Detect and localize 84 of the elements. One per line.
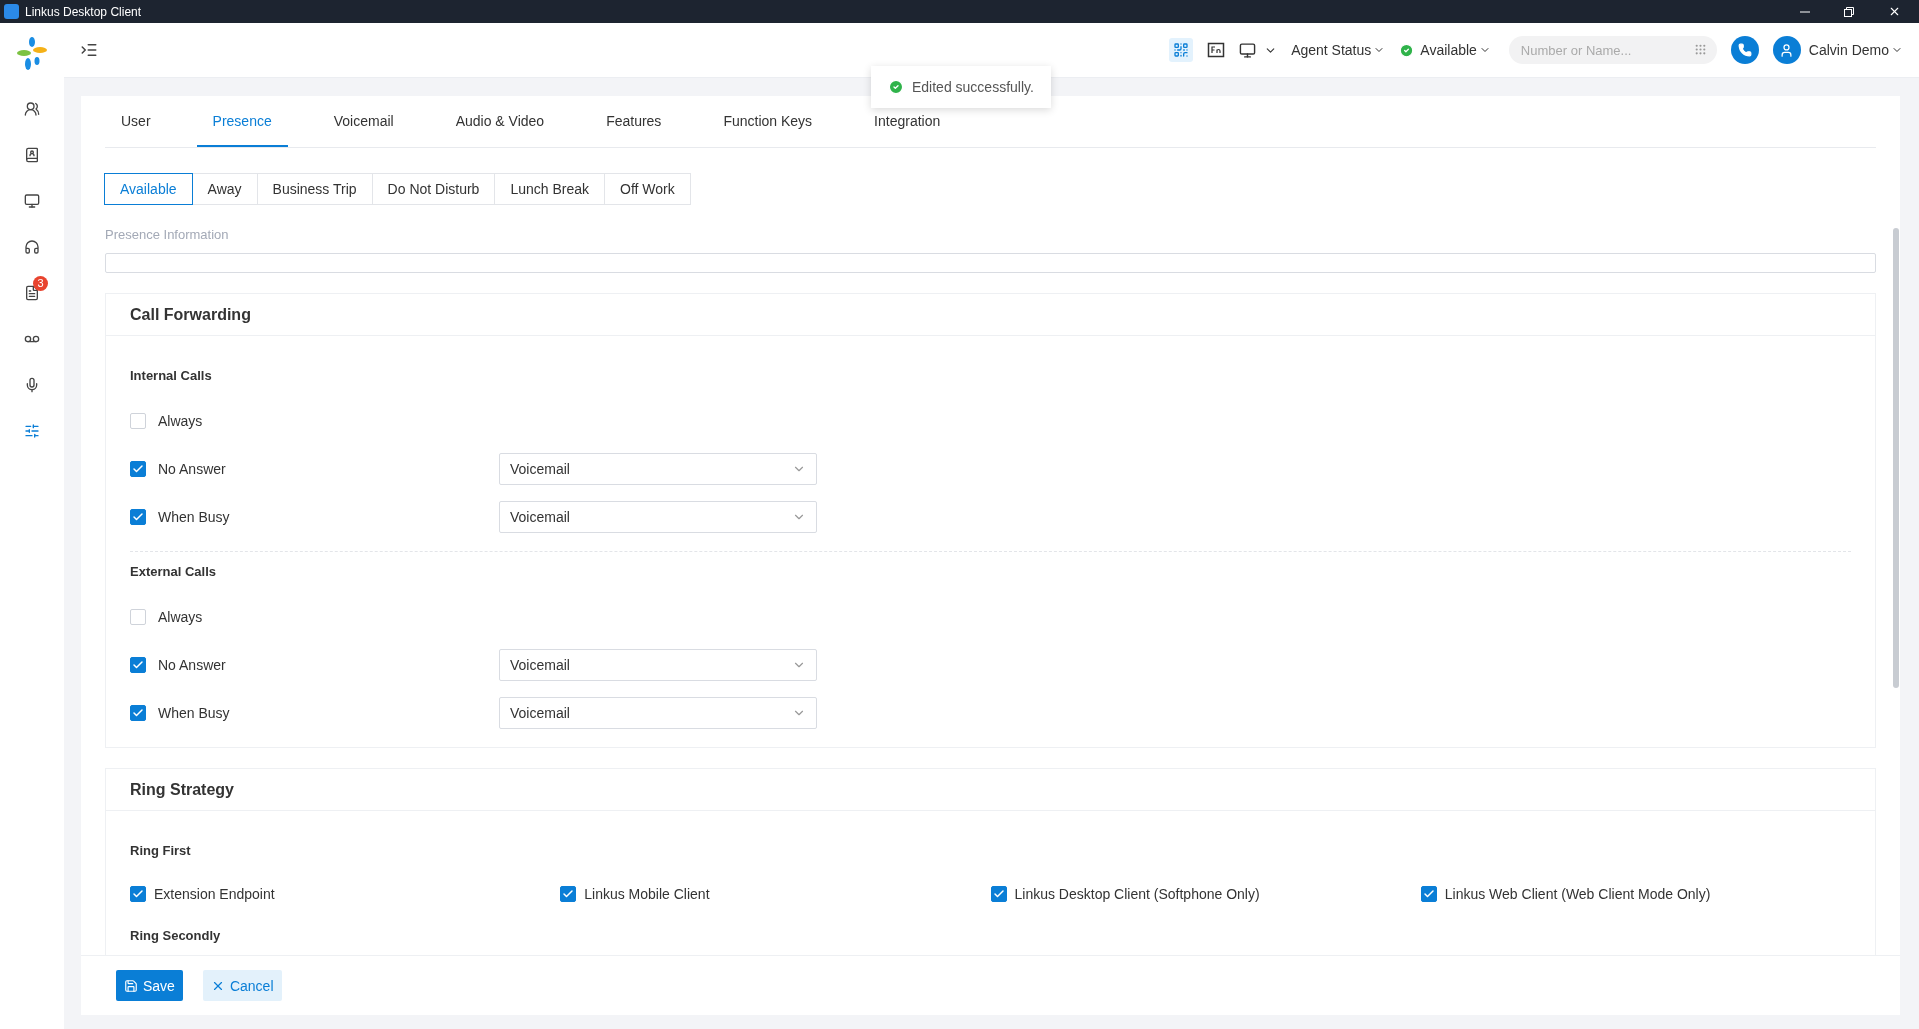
check-circle-icon	[888, 79, 904, 95]
checkmark-icon	[132, 707, 144, 719]
close-icon[interactable]	[1888, 5, 1901, 18]
tab[interactable]: Function Keys	[707, 96, 829, 147]
app-logo-icon	[16, 37, 48, 73]
tab[interactable]: User	[105, 96, 167, 147]
checkmark-icon	[132, 463, 144, 475]
checkbox-label: Always	[158, 609, 203, 625]
search-field[interactable]: Number or Name...	[1508, 36, 1717, 64]
qr-code-icon	[1173, 42, 1190, 58]
tab[interactable]: Features	[590, 96, 678, 147]
checkbox[interactable]	[130, 886, 146, 902]
monitor-icon	[24, 193, 40, 209]
presence-option[interactable]: Do Not Disturb	[371, 173, 496, 205]
user-icon	[1779, 42, 1795, 58]
field-label: Presence Information	[105, 227, 230, 242]
checkbox[interactable]	[130, 509, 146, 525]
checkbox-label: Linkus Web Client (Web Client Mode Only)	[1444, 886, 1711, 902]
checkbox-label: Extension Endpoint	[154, 886, 275, 902]
presence-option[interactable]: Available	[104, 173, 193, 205]
contacts-icon	[24, 101, 40, 117]
checkbox[interactable]	[130, 657, 146, 673]
checkbox-label: No Answer	[158, 657, 226, 673]
scrollbar[interactable]	[1893, 228, 1899, 688]
check-circle-icon	[1399, 42, 1415, 58]
destination-dropdown[interactable]: Voicemail	[499, 501, 817, 533]
presence-information-field[interactable]	[105, 253, 1876, 273]
save-button[interactable]: Save	[116, 970, 183, 1001]
presence-dropdown[interactable]: Available	[1399, 42, 1491, 58]
checkbox-label: When Busy	[158, 509, 230, 525]
checkbox-label: Linkus Mobile Client	[584, 886, 710, 902]
checkmark-icon	[132, 511, 144, 523]
microphone-icon	[24, 377, 40, 393]
checkbox[interactable]	[560, 886, 577, 902]
checkmark-icon	[1422, 888, 1435, 900]
user-menu[interactable]: Calvin Demo	[1772, 36, 1903, 64]
headset-icon	[24, 239, 40, 255]
destination-dropdown[interactable]: Voicemail	[499, 697, 817, 729]
sidebar-item[interactable]: 3	[14, 275, 50, 311]
toast-message: Edited successfully.	[912, 79, 1034, 95]
document-icon	[24, 285, 40, 301]
restore-icon[interactable]	[1844, 6, 1854, 17]
destination-dropdown[interactable]: Voicemail	[499, 649, 817, 681]
agent-status-dropdown[interactable]: Agent Status	[1291, 42, 1386, 58]
checkbox-label: Always	[158, 413, 203, 429]
checkbox-label: No Answer	[158, 461, 226, 477]
section-title: Ring Strategy	[106, 769, 1875, 811]
destination-dropdown[interactable]: Voicemail	[499, 453, 817, 485]
monitor-icon	[1239, 41, 1257, 59]
checkbox[interactable]	[990, 886, 1007, 902]
save-icon	[124, 978, 138, 993]
function-keys-icon[interactable]	[1207, 41, 1226, 59]
contact-book-icon	[24, 147, 40, 163]
checkbox-label: When Busy	[158, 705, 230, 721]
checkmark-icon	[562, 888, 575, 900]
tab[interactable]: Audio & Video	[439, 96, 561, 147]
checkmark-icon	[132, 888, 144, 900]
presence-option[interactable]: Business Trip	[256, 173, 373, 205]
app-logo-icon	[4, 4, 19, 19]
menu-icon[interactable]	[80, 41, 98, 59]
presence-option[interactable]: Lunch Break	[494, 173, 605, 205]
section-title: Call Forwarding	[106, 294, 1875, 336]
checkbox[interactable]	[130, 461, 146, 477]
tab[interactable]: Voicemail	[317, 96, 410, 147]
checkbox[interactable]	[130, 705, 146, 721]
group-title: External Calls	[130, 564, 217, 579]
presence-option[interactable]: Away	[191, 173, 258, 205]
sliders-icon	[24, 423, 40, 439]
group-title: Ring First	[130, 843, 192, 858]
checkmark-icon	[992, 888, 1005, 900]
checkmark-icon	[132, 659, 144, 671]
checkbox-label: Linkus Desktop Client (Softphone Only)	[1014, 886, 1260, 902]
qr-code-button[interactable]	[1169, 38, 1194, 62]
window-title: Linkus Desktop Client	[25, 4, 142, 19]
group-title: Ring Secondly	[130, 928, 222, 943]
notification-badge: 3	[33, 276, 48, 291]
checkbox[interactable]	[1420, 886, 1437, 902]
phone-icon	[1737, 43, 1752, 57]
presence-option[interactable]: Off Work	[604, 173, 691, 205]
tab[interactable]: Presence	[196, 96, 288, 147]
cancel-button[interactable]: Cancel	[202, 970, 282, 1001]
call-button[interactable]	[1730, 36, 1759, 64]
group-title: Internal Calls	[130, 368, 213, 383]
dialpad-icon[interactable]	[1693, 43, 1707, 56]
